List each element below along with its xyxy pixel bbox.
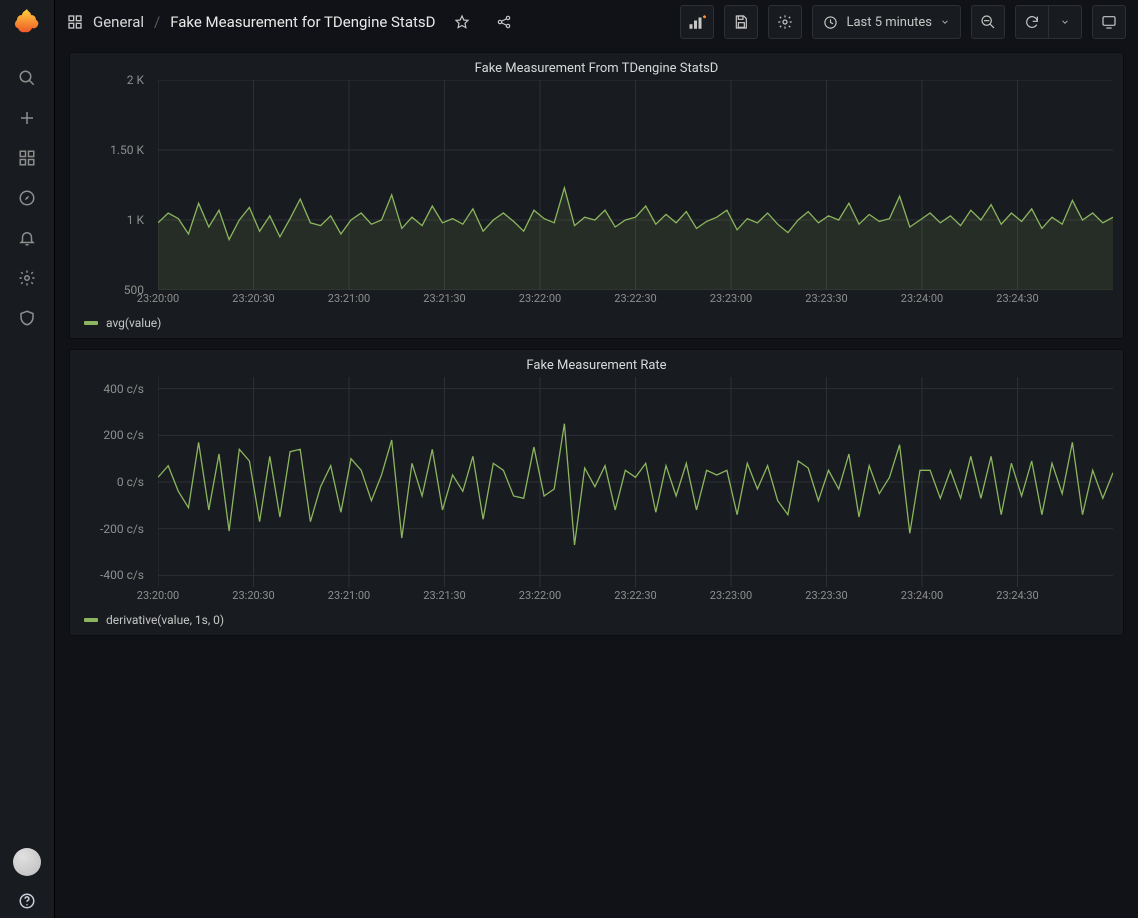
grafana-logo[interactable] [11,6,43,38]
time-picker-label: Last 5 minutes [846,15,932,30]
plot[interactable] [158,377,1113,587]
gear-icon [777,14,793,30]
breadcrumb: General / Fake Measurement for TDengine … [67,13,436,31]
user-avatar[interactable] [13,848,41,876]
nav-dashboards[interactable] [0,138,55,178]
refresh-interval-button[interactable] [1049,5,1082,39]
compass-icon [18,189,36,207]
nav-explore[interactable] [0,178,55,218]
tv-mode-button[interactable] [1092,5,1126,39]
help-icon [18,892,36,910]
settings-button[interactable] [768,5,802,39]
panel-title: Fake Measurement Rate [80,358,1113,373]
refresh-button[interactable] [1015,5,1049,39]
monitor-icon [1101,14,1117,30]
time-picker[interactable]: Last 5 minutes [812,5,961,39]
x-axis: 23:20:0023:20:3023:21:0023:21:3023:22:00… [158,587,1113,607]
clock-icon [823,15,838,30]
panel-add-icon [688,14,706,30]
y-axis: 400 c/s200 c/s0 c/s-200 c/s-400 c/s [80,377,150,587]
search-icon [18,69,36,87]
nav-main [0,58,54,338]
gear-icon [18,269,36,287]
topbar: General / Fake Measurement for TDengine … [55,0,1138,44]
refresh-icon [1024,14,1040,30]
favorite-button[interactable] [446,6,478,38]
save-icon [733,14,749,30]
left-sidebar [0,0,55,918]
zoom-out-button[interactable] [971,5,1005,39]
chevron-down-icon [940,17,950,27]
chevron-down-icon [1060,17,1070,27]
panel-title: Fake Measurement From TDengine StatsD [80,61,1113,76]
shield-icon [18,309,36,327]
nav-alerting[interactable] [0,218,55,258]
share-icon [496,14,512,30]
legend-label: avg(value) [106,316,161,330]
share-button[interactable] [488,6,520,38]
apps-icon [18,149,36,167]
y-axis: 2 K1.50 K1 K500 [80,80,150,290]
star-icon [454,14,470,30]
zoom-out-icon [980,14,996,30]
apps-icon [67,14,83,30]
main-area: General / Fake Measurement for TDengine … [55,0,1138,918]
bell-icon [18,229,36,247]
plot[interactable] [158,80,1113,290]
breadcrumb-title[interactable]: Fake Measurement for TDengine StatsD [170,13,435,31]
chart-area: 2 K1.50 K1 K500 23:20:0023:20:3023:21:00… [80,80,1113,310]
breadcrumb-sep: / [154,13,160,31]
nav-admin[interactable] [0,298,55,338]
legend[interactable]: avg(value) [84,316,1113,330]
plus-icon [18,109,36,127]
breadcrumb-folder[interactable]: General [93,13,144,31]
nav-help[interactable] [18,892,36,910]
nav-create[interactable] [0,98,55,138]
legend-label: derivative(value, 1s, 0) [106,613,224,627]
save-button[interactable] [724,5,758,39]
add-panel-button[interactable] [680,5,714,39]
panel-fake-measurement[interactable]: Fake Measurement From TDengine StatsD 2 … [69,52,1124,339]
nav-configuration[interactable] [0,258,55,298]
chart-area: 400 c/s200 c/s0 c/s-200 c/s-400 c/s 23:2… [80,377,1113,607]
legend-swatch [84,618,98,622]
x-axis: 23:20:0023:20:3023:21:0023:21:3023:22:00… [158,290,1113,310]
panel-fake-measurement-rate[interactable]: Fake Measurement Rate 400 c/s200 c/s0 c/… [69,349,1124,636]
legend-swatch [84,321,98,325]
panels-container: Fake Measurement From TDengine StatsD 2 … [55,44,1138,918]
legend[interactable]: derivative(value, 1s, 0) [84,613,1113,627]
nav-search[interactable] [0,58,55,98]
